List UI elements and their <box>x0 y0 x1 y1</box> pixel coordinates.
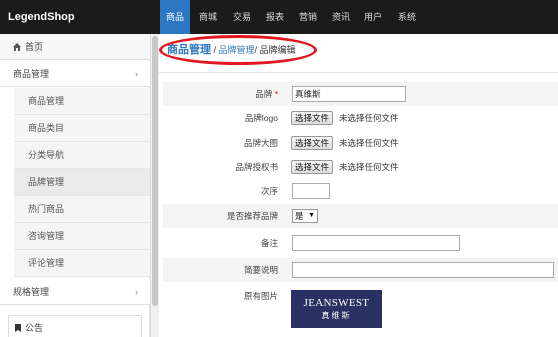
remark-label: 备注 <box>260 238 278 248</box>
brief-label: 简要说明 <box>243 265 278 275</box>
brief-input[interactable] <box>292 262 554 278</box>
main-content: 商品管理 / 品牌管理/ 品牌编辑 品牌 * 品牌logo 选择文件 未选择任何… <box>159 34 558 337</box>
auth-label: 品牌授权书 <box>235 162 278 172</box>
app-logo[interactable]: LegendShop <box>8 0 158 34</box>
nav-tab-marketing[interactable]: 营销 <box>293 0 323 34</box>
sidebar: 首页 商品管理 › 商品管理 商品类目 分类导航 品牌管理 热门商品 咨询管理 … <box>0 34 150 337</box>
form-row-logo: 品牌logo 选择文件 未选择任何文件 <box>163 106 558 130</box>
sidebar-item-comments[interactable]: 评论管理 <box>14 250 150 277</box>
nav-tab-system[interactable]: 系统 <box>392 0 422 34</box>
remark-input[interactable] <box>292 235 460 251</box>
form-row-auth: 品牌授权书 选择文件 未选择任何文件 <box>163 155 558 179</box>
nav-tab-news[interactable]: 资讯 <box>326 0 356 34</box>
sidebar-item-hot-goods[interactable]: 热门商品 <box>14 196 150 223</box>
brand-name-input[interactable] <box>292 86 406 102</box>
sidebar-item-consult[interactable]: 咨询管理 <box>14 223 150 250</box>
notice-label: 公告 <box>25 323 44 333</box>
brand-logo-image: JEANSWEST 真维斯 <box>291 290 382 328</box>
sidebar-item-category-nav[interactable]: 分类导航 <box>14 142 150 169</box>
required-mark: * <box>274 89 278 99</box>
logo-label: 品牌logo <box>244 113 278 123</box>
auth-file-button[interactable]: 选择文件 <box>291 160 334 174</box>
bigimage-label: 品牌大图 <box>243 138 278 148</box>
nav-tab-report[interactable]: 报表 <box>260 0 290 34</box>
recommend-select-value: 是 <box>295 211 304 221</box>
sidebar-group2-label: 规格管理 <box>13 287 50 297</box>
notice-panel-header[interactable]: 公告 <box>8 315 142 337</box>
divider <box>159 72 558 73</box>
brand-label: 品牌 * <box>255 89 278 99</box>
orig-image-label: 原有图片 <box>243 291 278 301</box>
nav-tab-mall[interactable]: 商城 <box>193 0 223 34</box>
sidebar-item-home[interactable]: 首页 <box>0 34 150 60</box>
form-row-brand: 品牌 * <box>163 82 558 106</box>
brand-image-text-en: JEANSWEST <box>303 297 370 309</box>
nav-tab-users[interactable]: 用户 <box>358 0 388 34</box>
auth-file-status: 未选择任何文件 <box>339 162 399 172</box>
sidebar-group-spec[interactable]: 规格管理 › <box>0 279 150 305</box>
form-row-bigimage: 品牌大图 选择文件 未选择任何文件 <box>163 131 558 155</box>
bookmark-icon <box>15 317 21 337</box>
form-row-recommend: 是否推荐品牌 是 ▼ <box>163 204 558 228</box>
sidebar-item-brand-manage[interactable]: 品牌管理 <box>14 169 150 196</box>
nav-tab-goods[interactable]: 商品 <box>160 0 190 34</box>
sidebar-item-goods-manage[interactable]: 商品管理 <box>14 88 150 115</box>
logo-file-status: 未选择任何文件 <box>339 113 399 123</box>
recommend-select[interactable]: 是 ▼ <box>292 209 318 223</box>
dropdown-arrow-icon: ▼ <box>308 212 315 219</box>
brand-image-text-cn: 真维斯 <box>321 311 352 320</box>
sidebar-group-goods[interactable]: 商品管理 › <box>0 61 150 87</box>
bigimage-file-button[interactable]: 选择文件 <box>291 136 334 150</box>
form-row-remark: 备注 <box>163 231 558 255</box>
form-row-brief: 简要说明 <box>163 258 558 282</box>
sidebar-scrollbar[interactable] <box>150 34 159 337</box>
sidebar-home-label: 首页 <box>25 42 44 52</box>
top-nav-bar: LegendShop 商品 商城 交易 报表 营销 资讯 用户 系统 <box>0 0 558 34</box>
logo-file-button[interactable]: 选择文件 <box>291 111 334 125</box>
form-row-order: 次序 <box>163 179 558 203</box>
bigimage-file-status: 未选择任何文件 <box>339 138 399 148</box>
chevron-right-icon: › <box>135 69 138 79</box>
recommend-label: 是否推荐品牌 <box>226 211 278 221</box>
red-ellipse-annotation <box>159 35 317 65</box>
sidebar-item-goods-category[interactable]: 商品类目 <box>14 115 150 142</box>
scrollbar-thumb[interactable] <box>152 36 158 306</box>
chevron-right-icon: › <box>135 287 138 297</box>
order-label: 次序 <box>260 186 278 196</box>
nav-tab-trade[interactable]: 交易 <box>227 0 257 34</box>
sidebar-group-label: 商品管理 <box>13 69 50 79</box>
order-input[interactable] <box>292 183 330 199</box>
home-icon <box>13 35 21 61</box>
